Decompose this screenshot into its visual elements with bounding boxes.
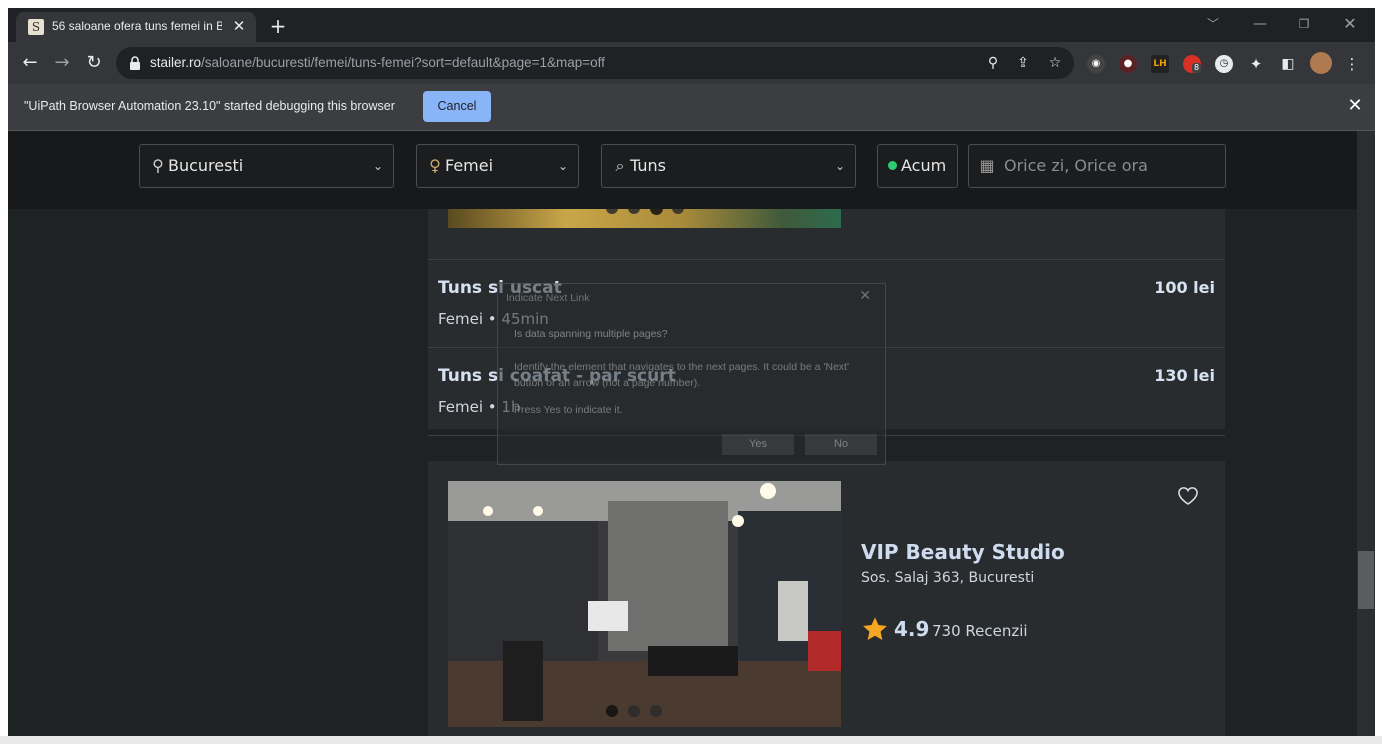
chevron-down-icon: ⌄ bbox=[834, 159, 845, 173]
page-content: Tuns si uscat Femei • 45min 100 lei Tuns… bbox=[8, 131, 1357, 744]
menu-kebab-icon[interactable]: ⋮ bbox=[1343, 55, 1361, 73]
service-select[interactable]: ⌕ Tuns ⌄ bbox=[601, 144, 856, 188]
lock-icon bbox=[130, 56, 140, 70]
rating-star-icon bbox=[863, 617, 887, 640]
carousel-dot-active[interactable] bbox=[606, 705, 618, 717]
extension-lh-icon[interactable]: LH bbox=[1151, 55, 1169, 73]
os-taskbar bbox=[0, 736, 1382, 744]
gender-select[interactable]: ♀ Femei ⌄ bbox=[416, 144, 579, 188]
window-close-icon[interactable]: ✕ bbox=[1330, 12, 1370, 36]
cancel-debug-button[interactable]: Cancel bbox=[423, 91, 491, 122]
forward-icon[interactable]: → bbox=[49, 50, 75, 76]
chevron-down-icon: ⌄ bbox=[372, 159, 383, 173]
tab-strip: S 56 saloane ofera tuns femei in B ✕ + ﹀… bbox=[8, 8, 1375, 42]
now-label: Acum bbox=[901, 156, 947, 175]
salon-photo[interactable] bbox=[448, 481, 841, 727]
address-bar[interactable]: stailer.ro/saloane/bucuresti/femei/tuns-… bbox=[116, 47, 1074, 79]
now-status-dot bbox=[888, 161, 897, 170]
scrollbar-thumb[interactable] bbox=[1358, 551, 1374, 609]
salon-rating: 4.9 bbox=[894, 617, 930, 641]
tab-title: 56 saloane ofera tuns femei in B bbox=[52, 19, 222, 33]
extension-badge-icon[interactable]: 8 bbox=[1183, 55, 1202, 73]
browser-toolbar: ← → ↻ stailer.ro/saloane/bucuresti/femei… bbox=[8, 42, 1375, 84]
location-pin-icon: ⚲ bbox=[152, 156, 164, 175]
close-infobar-icon[interactable]: ✕ bbox=[1343, 94, 1367, 118]
restore-icon[interactable]: ❐ bbox=[1284, 12, 1324, 36]
page-scrollbar[interactable] bbox=[1357, 131, 1375, 744]
search-filter-bar: ⚲ Bucuresti ⌄ ♀ Femei ⌄ ⌕ Tuns ⌄ Acum ▦ … bbox=[8, 131, 1357, 209]
new-tab-icon[interactable]: + bbox=[266, 14, 290, 38]
bookmark-star-icon[interactable]: ☆ bbox=[1046, 54, 1064, 72]
service-price: 130 lei bbox=[1154, 366, 1215, 385]
carousel-dot[interactable] bbox=[628, 705, 640, 717]
back-icon[interactable]: ← bbox=[17, 50, 43, 76]
share-icon[interactable]: ⇪ bbox=[1014, 54, 1032, 72]
search-icon: ⌕ bbox=[615, 156, 625, 175]
dialog-yes-button[interactable]: Yes bbox=[722, 434, 794, 455]
service-price: 100 lei bbox=[1154, 278, 1215, 297]
salon-name[interactable]: VIP Beauty Studio bbox=[861, 540, 1065, 564]
salon-interior-image bbox=[448, 481, 841, 727]
close-tab-icon[interactable]: ✕ bbox=[228, 15, 250, 37]
debugging-infobar: "UiPath Browser Automation 23.10" starte… bbox=[8, 84, 1375, 131]
favicon-icon: S bbox=[28, 19, 44, 35]
extension-red-icon[interactable]: ● bbox=[1119, 55, 1137, 73]
dialog-title: Indicate Next Link bbox=[506, 292, 590, 304]
dialog-no-button[interactable]: No bbox=[805, 434, 877, 455]
tab-search-icon[interactable]: ﹀ bbox=[1193, 12, 1233, 36]
dialog-question: Is data spanning multiple pages? bbox=[514, 328, 668, 340]
favorite-heart-icon[interactable] bbox=[1176, 484, 1200, 508]
location-select[interactable]: ⚲ Bucuresti ⌄ bbox=[139, 144, 394, 188]
date-time-placeholder: Orice zi, Orice ora bbox=[1004, 156, 1148, 175]
browser-window: S 56 saloane ofera tuns femei in B ✕ + ﹀… bbox=[8, 8, 1375, 744]
extension-clock-icon[interactable]: ◷ bbox=[1215, 55, 1233, 73]
salon-reviews-count[interactable]: 730 Recenzii bbox=[932, 622, 1028, 640]
gender-value: Femei bbox=[445, 156, 494, 175]
dialog-close-icon[interactable]: ✕ bbox=[859, 288, 871, 304]
now-toggle[interactable]: Acum bbox=[877, 144, 958, 188]
url-text: stailer.ro/saloane/bucuresti/femei/tuns-… bbox=[150, 55, 605, 70]
service-value: Tuns bbox=[630, 156, 666, 175]
date-time-input[interactable]: ▦ Orice zi, Orice ora bbox=[968, 144, 1226, 188]
extension-badge-count: 8 bbox=[1192, 63, 1202, 73]
side-panel-icon[interactable]: ◧ bbox=[1279, 55, 1297, 73]
dialog-description: Identify the element that navigates to t… bbox=[514, 361, 849, 389]
calendar-icon: ▦ bbox=[979, 156, 995, 175]
extension-glasses-icon[interactable]: ◉ bbox=[1087, 55, 1105, 73]
woman-icon: ♀ bbox=[429, 156, 441, 175]
reload-icon[interactable]: ↻ bbox=[81, 50, 107, 76]
carousel-dot[interactable] bbox=[650, 705, 662, 717]
debugging-message: "UiPath Browser Automation 23.10" starte… bbox=[24, 99, 395, 113]
dialog-instruction: Press Yes to indicate it. bbox=[514, 404, 623, 416]
profile-avatar[interactable] bbox=[1310, 52, 1332, 74]
salon-address: Sos. Salaj 363, Bucuresti bbox=[861, 570, 1035, 586]
indicate-next-link-dialog: Indicate Next Link ✕ Is data spanning mu… bbox=[497, 283, 886, 465]
location-value: Bucuresti bbox=[168, 156, 244, 175]
browser-tab[interactable]: S 56 saloane ofera tuns femei in B ✕ bbox=[16, 12, 256, 42]
extensions-puzzle-icon[interactable]: ✦ bbox=[1247, 55, 1265, 73]
minimize-icon[interactable]: — bbox=[1240, 12, 1280, 36]
chevron-down-icon: ⌄ bbox=[557, 159, 568, 173]
location-blocked-icon[interactable]: ⚲ bbox=[984, 54, 1002, 72]
